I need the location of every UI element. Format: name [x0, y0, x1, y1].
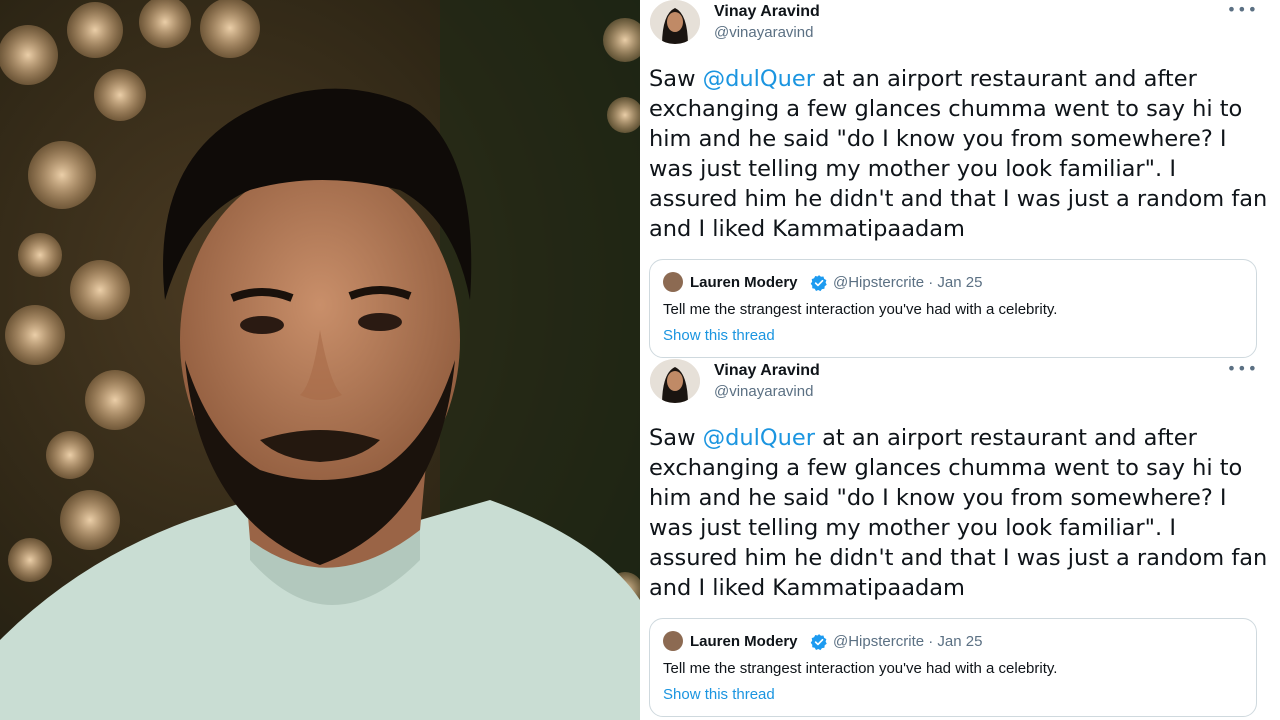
author-name[interactable]: Vinay Aravind	[714, 362, 820, 380]
tweet-text-before: Saw	[649, 425, 703, 451]
author-handle[interactable]: @vinayaravind	[714, 383, 813, 400]
tweet-text-after: at an airport restaurant and after excha…	[649, 66, 1268, 242]
tweets-panel: Vinay Aravind @vinayaravind ••• Saw @dul…	[644, 0, 1280, 720]
tweet-text-before: Saw	[649, 66, 703, 92]
mention-link[interactable]: @dulQuer	[703, 425, 815, 451]
quoted-meta[interactable]: @Hipstercrite · Jan 25	[833, 274, 982, 291]
tweet-text-after: at an airport restaurant and after excha…	[649, 425, 1268, 601]
quoted-author-name: Lauren Modery	[690, 633, 798, 650]
quoted-avatar[interactable]	[663, 272, 683, 292]
author-handle[interactable]: @vinayaravind	[714, 24, 813, 41]
show-thread-link[interactable]: Show this thread	[663, 686, 775, 703]
quoted-author-name: Lauren Modery	[690, 274, 798, 291]
tweet-text: Saw @dulQuer at an airport restaurant an…	[649, 64, 1269, 244]
avatar[interactable]	[650, 359, 700, 403]
tweet-text: Saw @dulQuer at an airport restaurant an…	[649, 423, 1269, 603]
quoted-tweet[interactable]: Lauren Modery @Hipstercrite · Jan 25 Tel…	[649, 259, 1257, 358]
portrait-photo	[0, 0, 640, 720]
author-name[interactable]: Vinay Aravind	[714, 3, 820, 21]
quoted-text: Tell me the strangest interaction you've…	[663, 301, 1058, 318]
quoted-text: Tell me the strangest interaction you've…	[663, 660, 1058, 677]
verified-badge-icon	[810, 634, 827, 651]
quoted-avatar[interactable]	[663, 631, 683, 651]
verified-badge-icon	[810, 275, 827, 292]
show-thread-link[interactable]: Show this thread	[663, 327, 775, 344]
more-horizontal-icon[interactable]: •••	[1227, 359, 1258, 378]
tweet-header: Vinay Aravind @vinayaravind •••	[644, 359, 1280, 409]
mention-link[interactable]: @dulQuer	[703, 66, 815, 92]
more-horizontal-icon[interactable]: •••	[1227, 0, 1258, 19]
tweet-header: Vinay Aravind @vinayaravind •••	[644, 0, 1280, 50]
quoted-meta[interactable]: @Hipstercrite · Jan 25	[833, 633, 982, 650]
avatar[interactable]	[650, 0, 700, 44]
quoted-tweet[interactable]: Lauren Modery @Hipstercrite · Jan 25 Tel…	[649, 618, 1257, 717]
